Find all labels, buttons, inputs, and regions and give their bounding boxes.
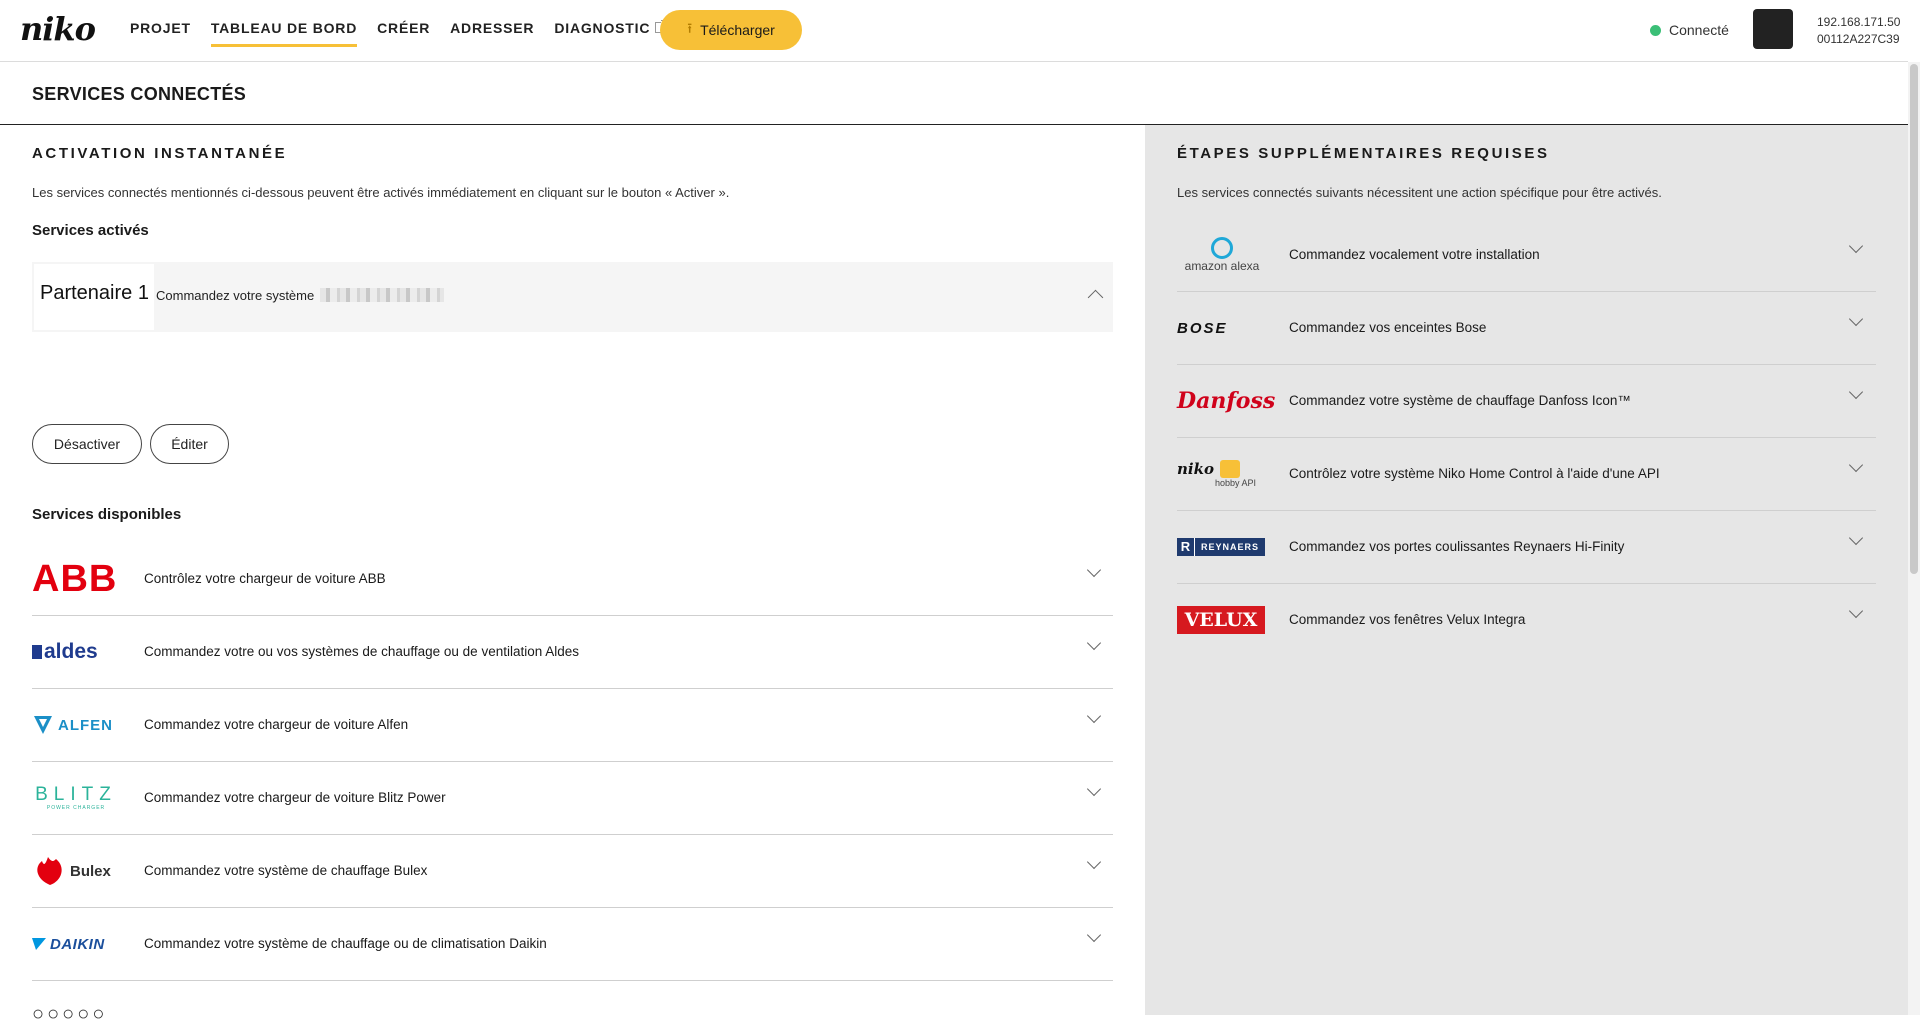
bose-logo: BOSE bbox=[1177, 319, 1228, 337]
service-row-velux[interactable]: VELUX Commandez vos fenêtres Velux Integ… bbox=[1177, 584, 1876, 657]
upload-arrow-icon: ⭱ bbox=[687, 20, 693, 36]
nav-diagnostic[interactable]: DIAGNOSTIC bbox=[544, 0, 676, 62]
service-row-bulex[interactable]: Bulex Commandez votre système de chauffa… bbox=[32, 835, 1113, 908]
mac-address: 00112A227C39 bbox=[1817, 32, 1900, 46]
section-description: Les services connectés suivants nécessit… bbox=[1177, 185, 1662, 200]
redacted-name bbox=[319, 288, 444, 302]
daikin-logo: DAIKIN bbox=[32, 922, 122, 966]
danfoss-logo: Danfoss bbox=[1177, 388, 1276, 414]
active-service-text: Commandez votre système bbox=[156, 288, 444, 303]
service-text: Contrôlez votre chargeur de voiture ABB bbox=[144, 571, 386, 586]
edit-button[interactable]: Éditer bbox=[150, 424, 229, 464]
service-row-aldes[interactable]: aldes Commandez votre ou vos systèmes de… bbox=[32, 616, 1113, 689]
download-button[interactable]: ⭱ Télécharger bbox=[660, 10, 802, 50]
service-text: Commandez vos portes coulissantes Reynae… bbox=[1289, 539, 1625, 554]
blitz-logo: BLITZ POWER CHARGER bbox=[35, 784, 117, 812]
bulex-logo: Bulex bbox=[32, 849, 122, 893]
niko-logo[interactable]: niko bbox=[20, 10, 96, 48]
nav-tableau-de-bord[interactable]: TABLEAU DE BORD bbox=[201, 0, 367, 62]
avatar[interactable] bbox=[1753, 9, 1793, 49]
active-service-card[interactable]: Partenaire 1 Commandez votre système bbox=[32, 262, 1113, 332]
chevron-down-icon[interactable] bbox=[1848, 238, 1864, 254]
service-row-daikin[interactable]: DAIKIN Commandez votre système de chauff… bbox=[32, 908, 1113, 981]
abb-logo: ABB bbox=[32, 558, 118, 600]
instant-activation-panel: ACTIVATION INSTANTANÉE Les services conn… bbox=[0, 125, 1145, 1025]
aldes-logo: aldes bbox=[32, 630, 122, 674]
scrollbar[interactable] bbox=[1908, 62, 1920, 1015]
chevron-down-icon[interactable] bbox=[1086, 927, 1102, 943]
service-row-alfen[interactable]: ALFEN Commandez votre chargeur de voitur… bbox=[32, 689, 1113, 762]
chevron-down-icon[interactable] bbox=[1086, 781, 1102, 797]
available-services-heading: Services disponibles bbox=[32, 506, 182, 523]
alexa-logo: amazon alexa bbox=[1177, 233, 1267, 277]
service-text: Commandez vos fenêtres Velux Integra bbox=[1289, 612, 1526, 627]
top-bar: niko PROJET TABLEAU DE BORD CRÉER ADRESS… bbox=[0, 0, 1908, 62]
chevron-down-icon[interactable] bbox=[1086, 708, 1102, 724]
service-row-niko-hobby-api[interactable]: niko hobby API Contrôlez votre système N… bbox=[1177, 438, 1876, 511]
partner-logo: Partenaire 1 bbox=[34, 264, 154, 330]
service-row-alexa[interactable]: amazon alexa Commandez vocalement votre … bbox=[1177, 219, 1876, 292]
chevron-down-icon[interactable] bbox=[1086, 854, 1102, 870]
nav-creer[interactable]: CRÉER bbox=[367, 0, 440, 62]
scrollbar-thumb[interactable] bbox=[1910, 64, 1918, 574]
chevron-down-icon[interactable] bbox=[1086, 635, 1102, 651]
chevron-down-icon[interactable] bbox=[1848, 603, 1864, 619]
service-row-blitz[interactable]: BLITZ POWER CHARGER Commandez votre char… bbox=[32, 762, 1113, 835]
ip-address: 192.168.171.50 bbox=[1817, 15, 1901, 29]
chevron-up-icon[interactable] bbox=[1087, 289, 1104, 306]
connection-status: Connecté bbox=[1650, 22, 1729, 38]
device-info: 192.168.171.50 00112A227C39 bbox=[1817, 14, 1900, 48]
service-text: Contrôlez votre système Niko Home Contro… bbox=[1289, 466, 1660, 481]
nav-projet[interactable]: PROJET bbox=[120, 0, 201, 62]
service-text: Commandez vos enceintes Bose bbox=[1289, 320, 1487, 335]
section-description: Les services connectés mentionnés ci-des… bbox=[32, 185, 730, 200]
chevron-down-icon[interactable] bbox=[1848, 530, 1864, 546]
active-services-heading: Services activés bbox=[32, 222, 149, 239]
service-text: Commandez votre chargeur de voiture Blit… bbox=[144, 790, 446, 805]
page-title: SERVICES CONNECTÉS bbox=[32, 84, 247, 104]
service-text: Commandez votre ou vos systèmes de chauf… bbox=[144, 644, 580, 659]
section-heading: ÉTAPES SUPPLÉMENTAIRES REQUISES bbox=[1177, 145, 1550, 162]
chevron-down-icon[interactable] bbox=[1848, 457, 1864, 473]
chevron-down-icon[interactable] bbox=[1848, 384, 1864, 400]
service-text: Commandez votre chargeur de voiture Alfe… bbox=[144, 717, 409, 732]
chevron-down-icon[interactable] bbox=[1848, 311, 1864, 327]
chevron-down-icon[interactable] bbox=[1086, 562, 1102, 578]
service-row-danfoss[interactable]: Danfoss Commandez votre système de chauf… bbox=[1177, 365, 1876, 438]
service-text: Commandez votre système de chauffage Dan… bbox=[1289, 393, 1631, 408]
status-dot-icon bbox=[1650, 24, 1661, 36]
extra-steps-panel: ÉTAPES SUPPLÉMENTAIRES REQUISES Les serv… bbox=[1145, 125, 1908, 1015]
service-text: Commandez vocalement votre installation bbox=[1289, 247, 1540, 262]
download-label: Télécharger bbox=[700, 22, 775, 38]
service-text: Commandez votre système de chauffage Bul… bbox=[144, 863, 428, 878]
service-text: Commandez votre système de chauffage ou … bbox=[144, 936, 547, 951]
velux-logo: VELUX bbox=[1177, 598, 1267, 642]
service-row-bose[interactable]: BOSE Commandez vos enceintes Bose bbox=[1177, 292, 1876, 365]
niko-hobby-api-logo: niko hobby API bbox=[1177, 460, 1257, 488]
section-heading: ACTIVATION INSTANTANÉE bbox=[32, 145, 288, 162]
reynaers-logo: R REYNAERS bbox=[1177, 525, 1267, 569]
alfen-logo: ALFEN bbox=[32, 703, 122, 747]
nav-adresser[interactable]: ADRESSER bbox=[440, 0, 544, 62]
deactivate-button[interactable]: Désactiver bbox=[32, 424, 142, 464]
status-label: Connecté bbox=[1669, 22, 1729, 38]
service-row-abb[interactable]: ABB Contrôlez votre chargeur de voiture … bbox=[32, 543, 1113, 616]
main-nav: PROJET TABLEAU DE BORD CRÉER ADRESSER DI… bbox=[120, 0, 676, 62]
service-row-reynaers[interactable]: R REYNAERS Commandez vos portes coulissa… bbox=[1177, 511, 1876, 584]
